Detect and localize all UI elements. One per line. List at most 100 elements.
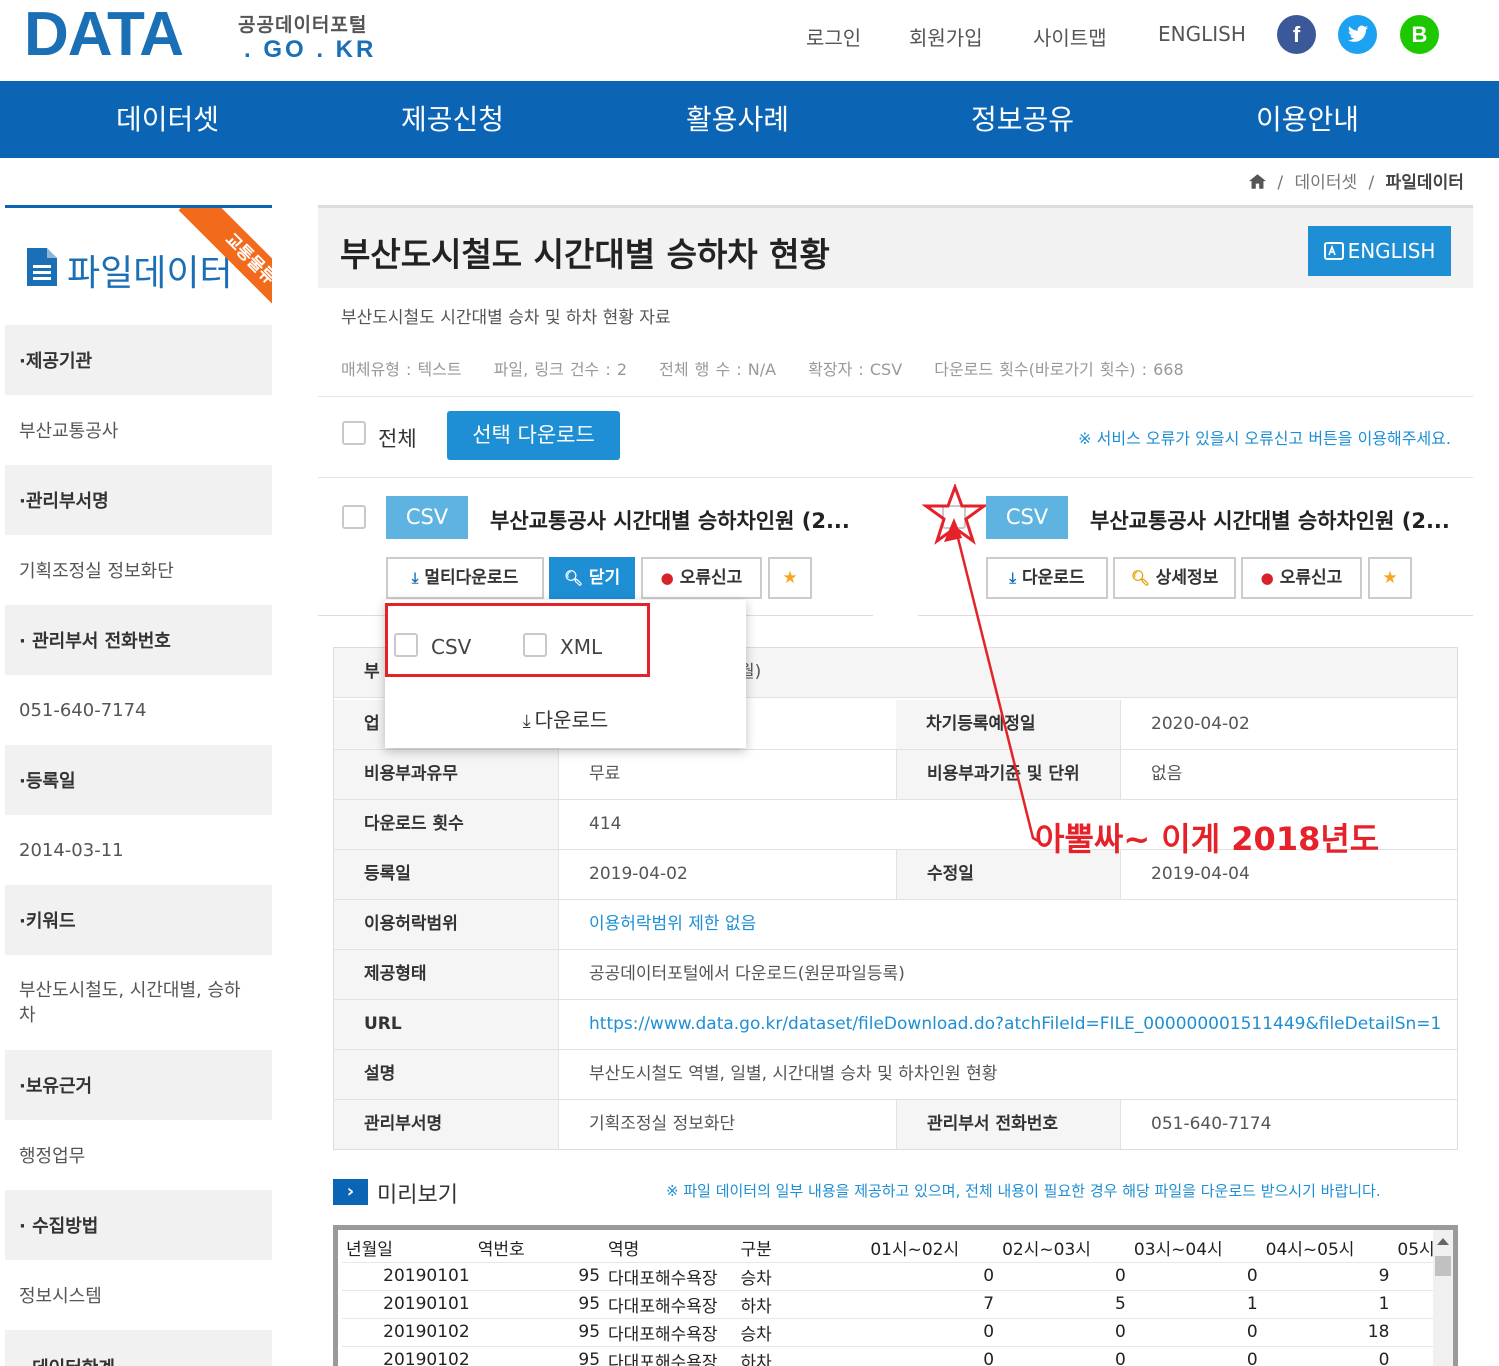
multi-download-button[interactable]: ⤓ 멀티다운로드	[386, 557, 544, 599]
nav-info-share[interactable]: 정보공유	[880, 81, 1165, 158]
facebook-icon[interactable]: f	[1277, 15, 1316, 54]
sidebar-label: ·보유근거	[5, 1050, 272, 1120]
scroll-up-icon[interactable]	[1437, 1238, 1449, 1245]
twitter-icon[interactable]	[1338, 15, 1377, 54]
select-all-checkbox[interactable]	[342, 421, 366, 445]
table-cell: 95	[473, 1346, 605, 1366]
sidebar-value: 2014-03-11	[5, 815, 272, 885]
meta-extension: 확장자 : CSV	[808, 360, 903, 379]
select-all-label: 전체	[378, 427, 417, 451]
detail-key: URL	[334, 1000, 559, 1049]
detail-key: 등록일	[334, 850, 559, 899]
nav-dataset[interactable]: 데이터셋	[25, 81, 310, 158]
english-button[interactable]: ENGLISH	[1308, 226, 1451, 276]
alert-icon: ●	[660, 569, 674, 587]
select-download-button[interactable]: 선택 다운로드	[447, 411, 620, 460]
sidebar-label: ·제공기관	[5, 325, 272, 395]
table-row: 제공형태 공공데이터포털에서 다운로드(원문파일등록)	[334, 950, 1457, 1000]
table-cell: 0	[1129, 1346, 1262, 1366]
error-report-button[interactable]: ● 오류신고	[641, 557, 762, 599]
sidebar-label: · 수집방법	[5, 1190, 272, 1260]
dataset-description: 부산도시철도 시간대별 승차 및 하차 현황 자료	[341, 308, 671, 328]
column-header: 02시~03시	[998, 1234, 1130, 1263]
nav-usecases[interactable]: 활용사례	[595, 81, 880, 158]
table-cell: 0	[998, 1318, 1130, 1347]
category-ribbon: 교통물류	[145, 208, 272, 325]
column-header: 01시~02시	[866, 1234, 999, 1263]
scroll-thumb[interactable]	[1435, 1256, 1451, 1276]
table-cell: 95	[473, 1318, 605, 1347]
table-cell: 5	[998, 1290, 1130, 1319]
column-header: 년월일	[342, 1234, 474, 1263]
multi-download-label: 멀티다운로드	[424, 568, 519, 588]
table-cell: 다대포해수욕장	[604, 1262, 737, 1291]
breadcrumb-current: 파일데이터	[1385, 173, 1464, 193]
nav-guide[interactable]: 이용안내	[1165, 81, 1450, 158]
table-cell: 95	[473, 1262, 605, 1291]
preview-table-frame[interactable]: 년월일 역번호 역명 구분 01시~02시 02시~03시 03시~04시 04…	[333, 1225, 1458, 1366]
home-icon[interactable]	[1249, 174, 1266, 189]
signup-link[interactable]: 회원가입	[909, 22, 983, 51]
breadcrumb-sep: /	[1277, 173, 1284, 193]
nav-request[interactable]: 제공신청	[310, 81, 595, 158]
error-report-button[interactable]: ● 오류신고	[1241, 557, 1362, 599]
detail-value: 없음	[1151, 764, 1183, 784]
table-row: 20190101 95 다대포해수욕장 하차 7 5 1 1	[342, 1290, 1453, 1319]
sidebar-value: 행정업무	[5, 1120, 272, 1190]
sidebar-value: 부산교통공사	[5, 395, 272, 465]
download-icon: ⤓	[411, 569, 419, 587]
detail-value: 2020-04-02	[1151, 714, 1250, 734]
table-cell: 다대포해수욕장	[604, 1290, 737, 1319]
detail-key: 관리부서 전화번호	[896, 1100, 1121, 1149]
file-url-link[interactable]: https://www.data.go.kr/dataset/fileDownl…	[559, 1000, 1441, 1049]
license-link[interactable]: 이용허락범위 제한 없음	[559, 900, 756, 949]
file-1-title[interactable]: 부산교통공사 시간대별 승하차인원 (2...	[490, 505, 850, 535]
table-cell: 0	[866, 1262, 999, 1291]
popup-download-button[interactable]: ⤓ 다운로드	[385, 704, 746, 733]
meta-download-count: 다운로드 횟수(바로가기 횟수) : 668	[934, 360, 1184, 379]
dataset-title-box: 부산도시철도 시간대별 승하차 현황 ENGLISH	[318, 205, 1473, 288]
category-ribbon-label: 교통물류	[178, 208, 272, 325]
detail-value: 공공데이터포털에서 다운로드(원문파일등록)	[589, 964, 905, 984]
table-row: 이용허락범위 이용허락범위 제한 없음	[334, 900, 1457, 950]
detail-key: 관리부서명	[334, 1100, 559, 1149]
table-cell: 20190101	[342, 1262, 474, 1291]
table-cell: 승차	[736, 1318, 867, 1347]
select-row: 전체 선택 다운로드 ※ 서비스 오류가 있을시 오류신고 버튼을 이용해주세요…	[318, 396, 1473, 478]
table-cell: 0	[866, 1318, 999, 1347]
sidebar-value: 정보시스템	[5, 1260, 272, 1330]
vertical-scrollbar[interactable]	[1433, 1230, 1453, 1366]
logo-subtitle: 공공데이터포털	[238, 14, 368, 36]
table-cell: 다대포해수욕장	[604, 1346, 737, 1366]
favorite-star-icon[interactable]: ★	[1368, 557, 1412, 599]
dataset-meta: 매체유형 : 텍스트 파일, 링크 건수 : 2 전체 행 수 : N/A 확장…	[341, 356, 1210, 380]
detail-key: 제공형태	[334, 950, 559, 999]
column-header: 역번호	[473, 1234, 605, 1263]
table-cell: 95	[473, 1290, 605, 1319]
detail-value: 무료	[589, 764, 621, 784]
english-link[interactable]: ENGLISH	[1158, 22, 1246, 46]
sitemap-link[interactable]: 사이트맵	[1033, 22, 1107, 51]
favorite-star-icon[interactable]: ★	[768, 557, 812, 599]
detail-value: 414	[589, 814, 622, 834]
column-header: 03시~04시	[1129, 1234, 1262, 1263]
breadcrumb-dataset[interactable]: 데이터셋	[1295, 173, 1358, 193]
download-icon: ⤓	[522, 711, 531, 732]
table-cell: 승차	[736, 1262, 867, 1291]
detail-key: 설명	[334, 1050, 559, 1099]
logo[interactable]: DATA	[24, 4, 184, 66]
sidebar-title-box: 파일데이터 교통물류	[5, 208, 272, 325]
file-2-title[interactable]: 부산교통공사 시간대별 승하차인원 (2...	[1090, 505, 1450, 535]
login-link[interactable]: 로그인	[806, 22, 861, 51]
detail-value: 기획조정실 정보화단	[589, 1114, 736, 1134]
sidebar-label: · 관리부서 전화번호	[5, 605, 272, 675]
file-1-format-badge: CSV	[386, 496, 468, 539]
blog-icon[interactable]: B	[1400, 15, 1439, 54]
detail-info-button[interactable]: 🔍︎ 상세정보	[1113, 557, 1236, 599]
table-cell: 1	[1129, 1290, 1262, 1319]
table-cell: 9	[1261, 1262, 1394, 1291]
preview-table: 년월일 역번호 역명 구분 01시~02시 02시~03시 03시~04시 04…	[342, 1234, 1453, 1366]
file-1-checkbox[interactable]	[342, 505, 366, 529]
table-cell: 0	[1129, 1318, 1262, 1347]
close-button[interactable]: 🔍︎ 닫기	[549, 557, 635, 599]
